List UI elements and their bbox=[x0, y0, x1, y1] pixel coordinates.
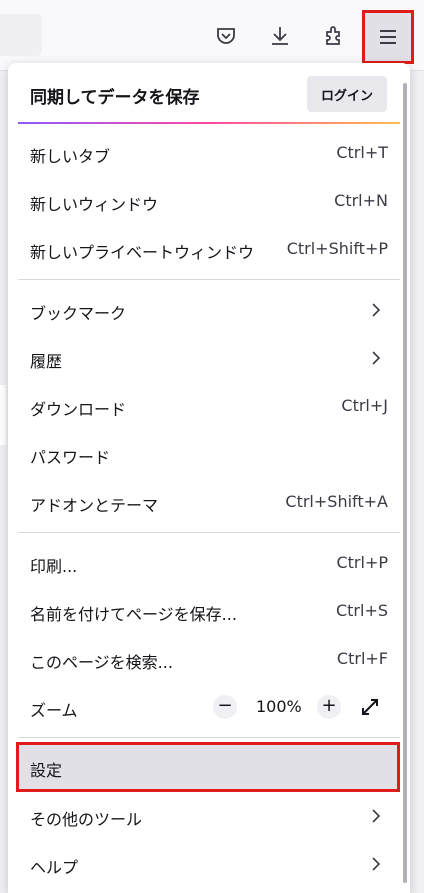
sync-title: 同期してデータを保存 bbox=[30, 88, 200, 108]
zoom-out-button[interactable]: − bbox=[213, 695, 237, 719]
menu-item-settings[interactable]: 設定 bbox=[16, 742, 400, 792]
extensions-icon bbox=[326, 26, 340, 45]
menu-item-shortcut: Ctrl+J bbox=[341, 396, 388, 415]
menu-item-bookmarks[interactable]: ブックマーク bbox=[8, 288, 410, 332]
menu-item-save-page[interactable]: 名前を付けてページを保存... Ctrl+S bbox=[8, 589, 410, 633]
pocket-icon bbox=[217, 28, 235, 44]
menu-item-print[interactable]: 印刷... Ctrl+P bbox=[8, 541, 410, 585]
menu-item-label: このページを検索... bbox=[30, 653, 173, 672]
menu-item-shortcut: Ctrl+Shift+P bbox=[286, 239, 388, 258]
extensions-button[interactable] bbox=[310, 10, 358, 62]
menu-item-label: 新しいウィンドウ bbox=[30, 195, 159, 214]
menu-item-passwords[interactable]: パスワード bbox=[8, 432, 410, 476]
menu-item-shortcut: Ctrl+N bbox=[334, 191, 388, 210]
menu-item-label: 名前を付けてページを保存... bbox=[30, 605, 237, 624]
pocket-button[interactable] bbox=[202, 10, 250, 62]
browser-toolbar bbox=[0, 0, 424, 71]
menu-item-label: 履歴 bbox=[30, 352, 63, 371]
menu-item-label: ヘルプ bbox=[30, 858, 79, 877]
menu-item-shortcut: Ctrl+T bbox=[336, 143, 388, 162]
menu-item-shortcut: Ctrl+Shift+A bbox=[285, 492, 388, 511]
chevron-right-icon bbox=[372, 809, 381, 823]
menu-item-help[interactable]: ヘルプ bbox=[8, 842, 410, 886]
menu-item-label: その他のツール bbox=[30, 810, 143, 829]
menu-item-label: ブックマーク bbox=[30, 304, 127, 323]
menu-item-zoom: ズーム − 100% + bbox=[8, 685, 410, 729]
menu-item-downloads[interactable]: ダウンロード Ctrl+J bbox=[8, 384, 410, 428]
menu-item-new-tab[interactable]: 新しいタブ Ctrl+T bbox=[8, 131, 410, 175]
sync-header: 同期してデータを保存 ログイン bbox=[8, 63, 410, 125]
menu-item-label: ズーム bbox=[30, 701, 78, 720]
app-menu-panel: 同期してデータを保存 ログイン 新しいタブ Ctrl+T 新しいウィンドウ Ct… bbox=[8, 63, 410, 893]
menu-item-addons[interactable]: アドオンとテーマ Ctrl+Shift+A bbox=[8, 480, 410, 524]
chevron-right-icon bbox=[372, 303, 381, 317]
menu-item-new-window[interactable]: 新しいウィンドウ Ctrl+N bbox=[8, 179, 410, 223]
menu-item-find[interactable]: このページを検索... Ctrl+F bbox=[8, 637, 410, 681]
menu-item-label: 新しいタブ bbox=[30, 147, 111, 166]
menu-item-shortcut: Ctrl+S bbox=[335, 601, 388, 620]
menu-item-shortcut: Ctrl+P bbox=[336, 553, 388, 572]
menu-item-more-tools[interactable]: その他のツール bbox=[8, 794, 410, 838]
chevron-right-icon bbox=[372, 351, 381, 365]
app-menu-button[interactable] bbox=[362, 10, 414, 64]
menu-item-label: 印刷... bbox=[30, 557, 78, 576]
menu-item-label: 設定 bbox=[30, 761, 63, 780]
menu-separator bbox=[18, 737, 400, 738]
menu-item-history[interactable]: 履歴 bbox=[8, 336, 410, 380]
menu-item-new-private-window[interactable]: 新しいプライベートウィンドウ Ctrl+Shift+P bbox=[8, 227, 410, 271]
zoom-in-button[interactable]: + bbox=[317, 695, 341, 719]
menu-item-label: ダウンロード bbox=[30, 400, 127, 419]
menu-item-label: 新しいプライベートウィンドウ bbox=[30, 243, 255, 262]
sync-divider bbox=[18, 122, 400, 124]
menu-item-shortcut: Ctrl+F bbox=[336, 649, 388, 668]
page-edge bbox=[0, 385, 6, 445]
login-button[interactable]: ログイン bbox=[307, 76, 387, 112]
menu-item-label: パスワード bbox=[30, 448, 111, 467]
menu-separator bbox=[18, 279, 400, 280]
downloads-button[interactable] bbox=[256, 10, 304, 62]
fullscreen-icon[interactable] bbox=[358, 695, 382, 719]
download-icon bbox=[272, 27, 288, 45]
url-bar[interactable] bbox=[0, 14, 42, 56]
zoom-level[interactable]: 100% bbox=[256, 697, 302, 716]
menu-separator bbox=[18, 532, 400, 533]
hamburger-menu-icon bbox=[380, 30, 396, 44]
menu-item-label: アドオンとテーマ bbox=[30, 496, 159, 515]
chevron-right-icon bbox=[372, 857, 381, 871]
